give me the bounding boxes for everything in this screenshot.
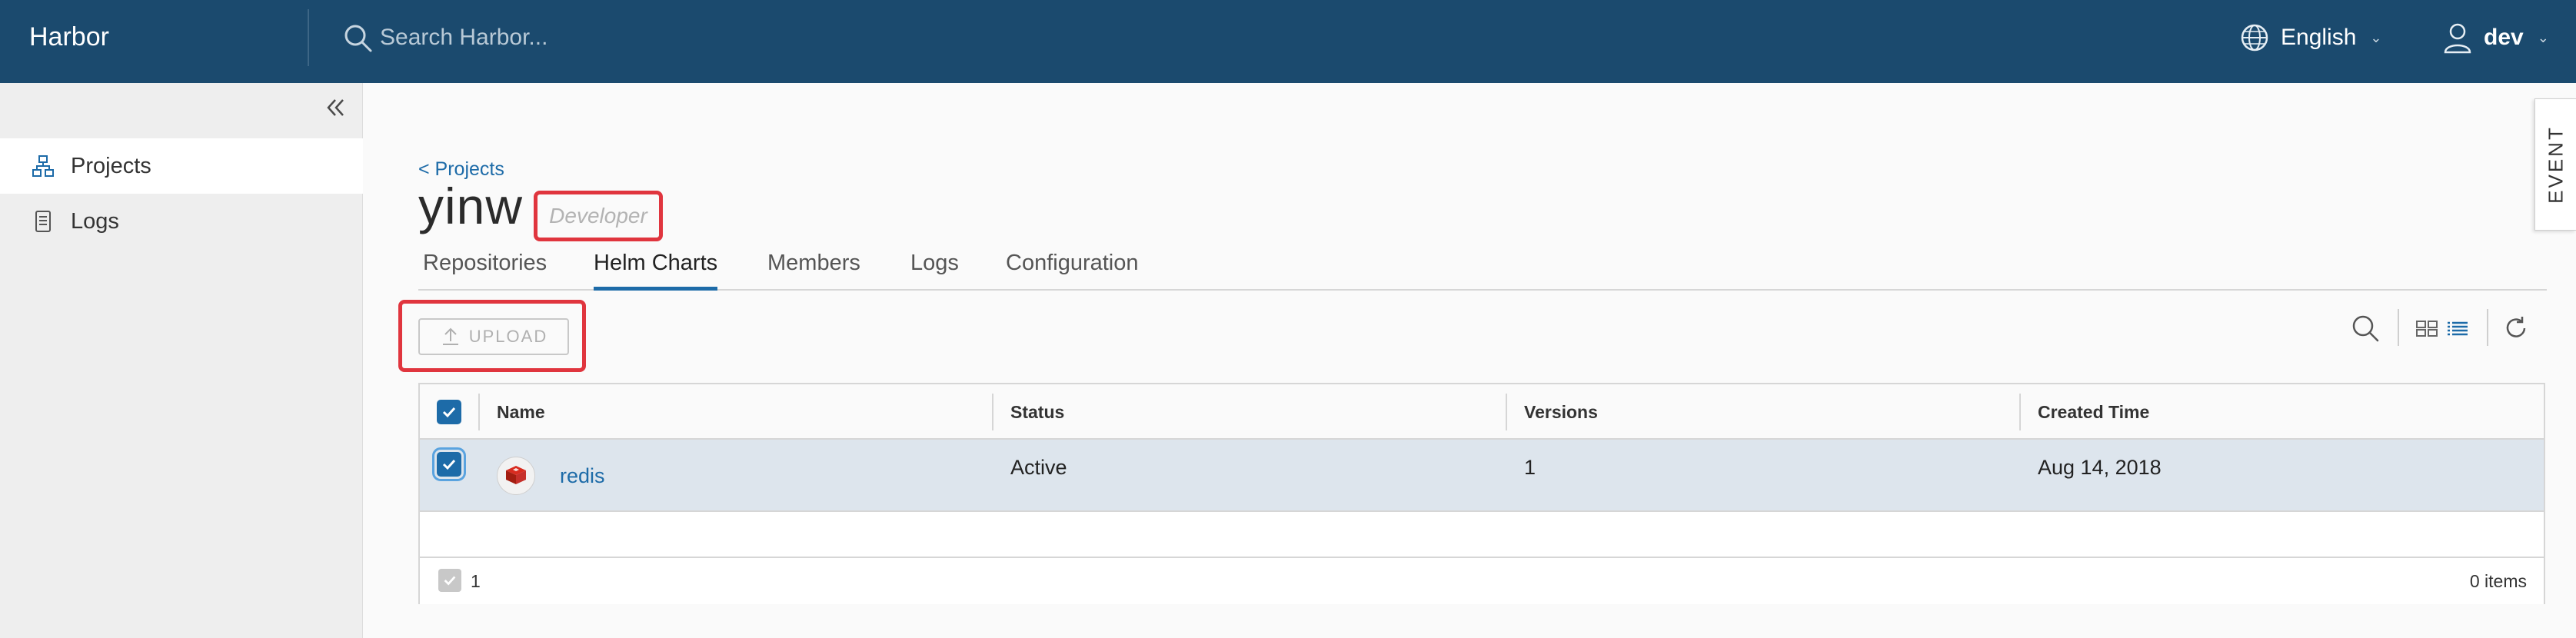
row-select-checkbox[interactable] [432,447,466,481]
upload-button[interactable]: UPLOAD [418,318,569,355]
chart-name-link[interactable]: redis [560,440,605,512]
footer-selection-checkbox [438,569,461,592]
column-header-name[interactable]: Name [497,384,545,440]
username-label: dev [2484,25,2524,50]
chevron-down-icon: ⌄ [2537,29,2549,45]
sidebar-item-projects[interactable]: Projects [0,138,363,194]
chart-status: Active [1010,456,1067,479]
search-icon [344,25,372,52]
checkmark-icon [444,576,456,586]
toolbar-divider [2398,309,2399,346]
column-header-created-time[interactable]: Created Time [2038,384,2149,440]
header-divider [308,9,309,66]
column-divider [478,394,480,430]
checkmark-icon [442,407,456,418]
search-input[interactable] [380,20,795,55]
filter-search-icon[interactable] [2348,311,2382,346]
column-divider [1506,394,1507,430]
chart-versions: 1 [1524,456,1536,479]
language-label: English [2281,25,2357,50]
tab-configuration[interactable]: Configuration [1006,244,1139,291]
logs-icon [35,211,51,232]
event-tab-label: EVENT [2544,125,2567,204]
collapse-sidebar-icon[interactable] [321,94,349,125]
helm-charts-table: Name Status Versions Created Time redis … [418,383,2545,604]
user-icon [2444,23,2471,54]
user-menu[interactable]: dev ⌄ [2442,18,2549,57]
language-selector[interactable]: English ⌄ [2239,18,2382,57]
sidebar-item-label: Logs [71,208,119,234]
select-all-checkbox[interactable] [437,400,461,424]
list-view-icon[interactable] [2444,311,2471,346]
chevron-down-icon: ⌄ [2370,29,2382,45]
table-footer: 1 0 items [420,557,2544,604]
column-header-status[interactable]: Status [1010,384,1064,440]
chart-created-time: Aug 14, 2018 [2038,456,2162,479]
column-divider [2019,394,2021,430]
global-search [343,20,804,55]
harbor-logo[interactable]: Harbor [29,0,109,83]
checkmark-icon [442,459,456,470]
tab-logs[interactable]: Logs [910,244,959,291]
table-header: Name Status Versions Created Time [420,384,2544,440]
top-navigation-bar: Harbor English ⌄ dev ⌄ [0,0,2576,83]
redis-chart-icon [497,457,535,495]
sidebar-item-logs[interactable]: Logs [0,194,363,249]
tab-repositories[interactable]: Repositories [423,244,547,291]
upload-icon [442,327,458,345]
card-view-icon[interactable] [2413,311,2441,346]
refresh-icon[interactable] [2499,311,2533,346]
tab-helm-charts[interactable]: Helm Charts [594,244,718,291]
sidebar: Projects Logs [0,83,363,638]
page-title: yinw [418,178,524,234]
role-label: Developer [549,204,647,228]
projects-icon [32,155,54,177]
table-row[interactable]: redis Active 1 Aug 14, 2018 [420,440,2544,512]
selected-count: 1 [471,571,481,591]
project-tabs: Repositories Helm Charts Members Logs Co… [418,244,2547,291]
sidebar-item-label: Projects [71,153,151,178]
total-items-count: 0 items [2469,571,2527,591]
role-badge: Developer [534,191,663,241]
toolbar-divider [2487,309,2488,346]
column-divider [992,394,993,430]
column-header-versions[interactable]: Versions [1524,384,1598,440]
globe-icon [2241,24,2268,52]
tab-members[interactable]: Members [767,244,860,291]
event-side-tab[interactable]: EVENT [2534,98,2576,231]
upload-label: UPLOAD [468,327,548,346]
